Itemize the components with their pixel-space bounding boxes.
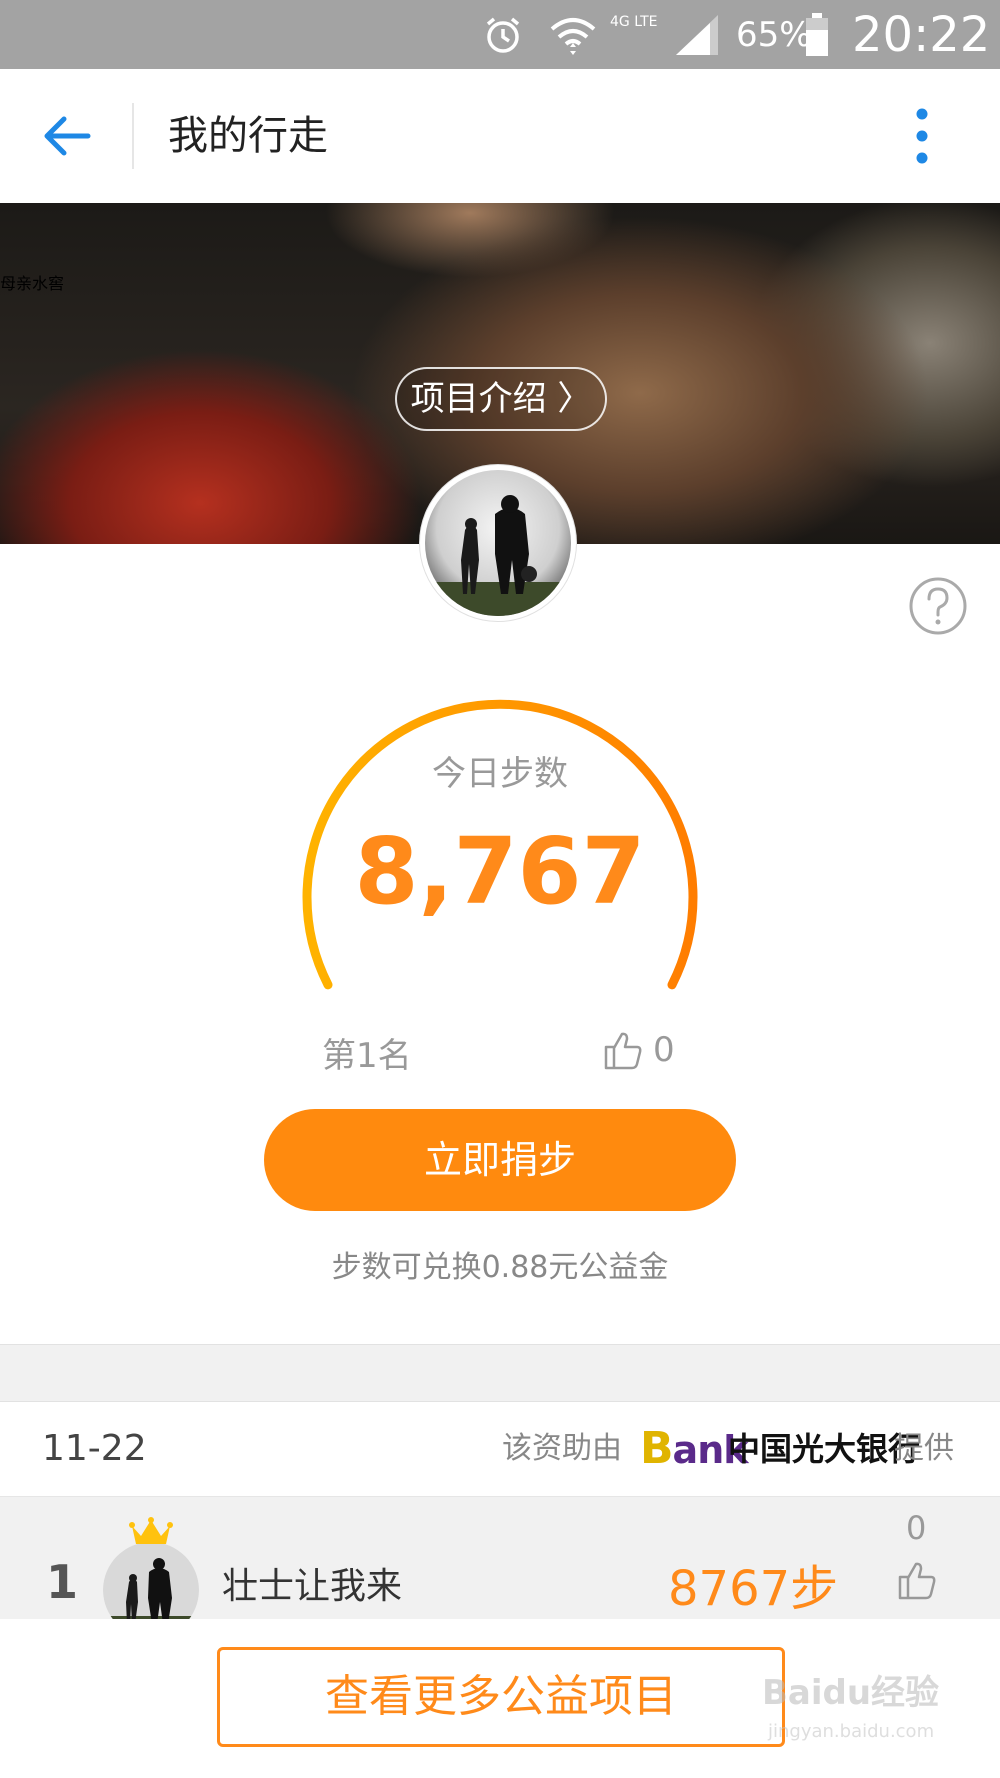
- steps-label: 今日步数: [432, 754, 568, 794]
- network-type: 4G LTE: [610, 14, 658, 30]
- more-projects-button[interactable]: 查看更多公益项目: [217, 1647, 785, 1747]
- leaderboard-avatar: [103, 1542, 199, 1619]
- leaderboard-row[interactable]: 1 壮士让我来 8767步 0: [0, 1497, 1000, 1619]
- battery-icon: [804, 0, 830, 69]
- sponsor-suffix: 提供: [894, 1431, 954, 1466]
- project-title: 母亲水窖: [0, 274, 65, 293]
- leaderboard-like-count: 0: [906, 1509, 927, 1547]
- sponsor-name: 中国光大银行: [728, 1430, 921, 1468]
- watermark-main: Baidu经验: [762, 1673, 940, 1713]
- donate-steps-button[interactable]: 立即捐步: [264, 1109, 736, 1211]
- user-avatar[interactable]: [420, 465, 576, 621]
- likes-count: 0: [653, 1030, 675, 1070]
- likes[interactable]: 0: [603, 1026, 675, 1074]
- bank-logo: Bank: [640, 1423, 749, 1474]
- watermark-sub: jingyan.baidu.com: [768, 1721, 935, 1742]
- leaderboard-rank: 1: [46, 1555, 79, 1609]
- header-divider: [132, 103, 134, 169]
- rank-text: 第1名: [322, 1036, 412, 1076]
- clock: 20:22: [852, 6, 991, 63]
- wifi-icon: [548, 0, 598, 69]
- signal-icon: [672, 0, 722, 69]
- project-intro-button[interactable]: 项目介绍 〉: [395, 367, 607, 431]
- more-vert-icon[interactable]: [904, 106, 940, 166]
- page-title: 我的行走: [168, 113, 328, 159]
- watermark: Baidu经验 jingyan.baidu.com: [762, 1665, 962, 1755]
- back-arrow-icon[interactable]: [40, 109, 94, 163]
- thumbs-up-icon: [604, 1032, 642, 1070]
- thumbs-up-icon[interactable]: [897, 1559, 939, 1601]
- sponsor-row: 11-22 该资助由 Bank 中国光大银行 提供: [0, 1402, 1000, 1497]
- exchange-note: 步数可兑换0.88元公益金: [331, 1250, 669, 1285]
- battery-percent: 65%: [736, 14, 812, 55]
- sponsor-prefix: 该资助由: [502, 1431, 622, 1466]
- bottom-bar: 查看更多公益项目 Baidu经验 jingyan.baidu.com: [0, 1619, 1000, 1778]
- leaderboard-steps: 8767步: [668, 1561, 839, 1617]
- date: 11-22: [42, 1428, 147, 1469]
- section-gap: [0, 1344, 1000, 1402]
- alarm-icon: [482, 0, 524, 69]
- help-icon[interactable]: [908, 576, 968, 636]
- status-bar: 4G LTE 65% 20:22: [0, 0, 1000, 69]
- steps-value: 8,767: [354, 818, 646, 925]
- leaderboard-name: 壮士让我来: [222, 1566, 403, 1607]
- crown-icon: [129, 1517, 173, 1544]
- app-bar: 我的行走: [0, 69, 1000, 203]
